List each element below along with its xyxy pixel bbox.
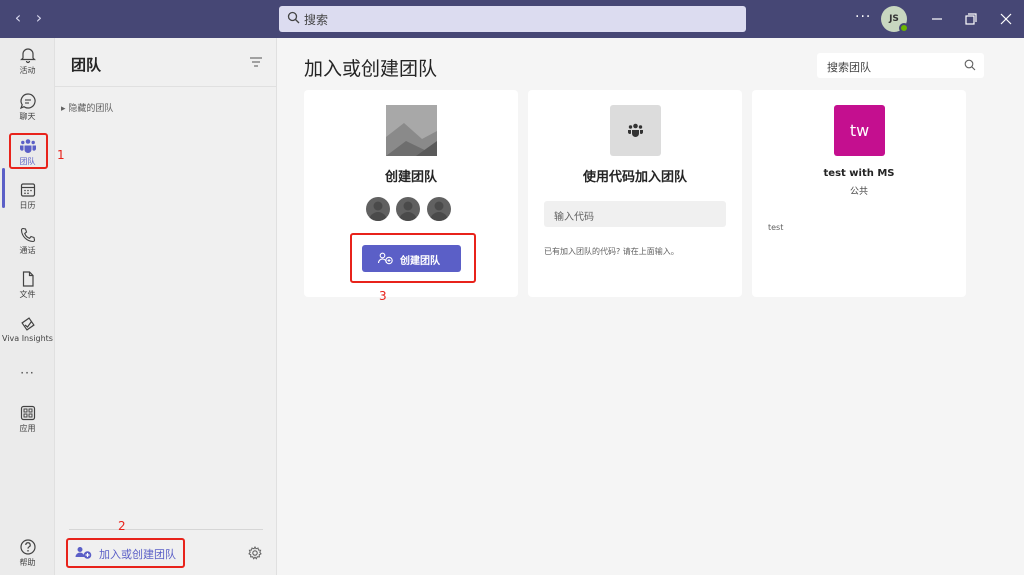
insights-icon <box>20 317 35 331</box>
pane-bottom-divider <box>69 529 263 530</box>
annotation-number-1: 1 <box>57 148 65 162</box>
more-icon: ··· <box>20 366 35 380</box>
rail-item-label: 活动 <box>19 66 36 75</box>
team-avatar: tw <box>834 105 885 156</box>
pane-title: 团队 <box>71 56 102 74</box>
global-search-input[interactable]: 搜索 <box>279 6 746 32</box>
avatar <box>396 197 420 221</box>
rail-item-label: 帮助 <box>19 558 36 567</box>
team-description: test <box>768 223 784 232</box>
join-with-code-card: 使用代码加入团队 输入代码 已有加入团队的代码? 请在上面输入。 <box>528 90 742 297</box>
rail-item-calls[interactable]: 通话 <box>0 226 55 266</box>
presence-status-icon <box>899 23 909 33</box>
more-options-icon[interactable]: ··· <box>855 9 871 25</box>
rail-item-label: 应用 <box>19 424 36 433</box>
forward-arrow-icon[interactable]: › <box>30 9 48 27</box>
rail-item-label: 文件 <box>19 290 36 299</box>
create-team-title: 创建团队 <box>384 170 437 185</box>
rail-item-calendar[interactable]: 日历 <box>0 181 55 221</box>
filter-icon[interactable] <box>249 56 263 68</box>
rail-item-help[interactable]: 帮助 <box>0 538 55 575</box>
team-visibility: 公共 <box>849 187 868 197</box>
app-rail: 活动 聊天 团队 日历 通话 文件 Viva Insights ··· 应用 帮… <box>0 38 55 575</box>
search-icon <box>964 59 976 71</box>
close-icon[interactable] <box>996 9 1016 29</box>
annotation-box-2 <box>66 538 185 568</box>
rail-item-label: Viva Insights <box>2 334 53 343</box>
help-icon <box>19 539 36 555</box>
annotation-number-2: 2 <box>118 519 126 533</box>
member-avatars <box>366 197 456 221</box>
avatar <box>366 197 390 221</box>
rail-item-more[interactable]: ··· <box>0 365 55 405</box>
search-teams-placeholder: 搜索团队 <box>827 61 871 74</box>
back-arrow-icon[interactable]: ‹ <box>9 9 27 27</box>
avatar <box>427 197 451 221</box>
team-code-placeholder: 输入代码 <box>554 212 594 223</box>
rail-item-files[interactable]: 文件 <box>0 270 55 310</box>
global-search-placeholder: 搜索 <box>304 13 329 27</box>
page-title: 加入或创建团队 <box>304 58 438 80</box>
team-card[interactable]: tw test with MS 公共 test <box>752 90 966 297</box>
main-content: 加入或创建团队 搜索团队 创建团队 创建团队 使用代码加入团队 输入代码 已有加… <box>278 38 1024 575</box>
apps-icon <box>20 405 35 421</box>
rail-item-viva-insights[interactable]: Viva Insights <box>0 315 55 355</box>
title-bar: ‹ › 搜索 ··· JS <box>0 0 1024 38</box>
rail-item-label: 日历 <box>19 201 36 210</box>
create-team-image <box>386 105 437 156</box>
join-team-icon-tile <box>610 105 661 156</box>
file-icon <box>22 271 34 287</box>
annotation-box-3 <box>350 233 476 283</box>
pane-divider <box>55 86 277 87</box>
search-icon <box>287 11 300 24</box>
join-team-title: 使用代码加入团队 <box>582 170 687 185</box>
team-name: test with MS <box>823 168 895 179</box>
phone-icon <box>20 227 35 243</box>
gear-icon[interactable] <box>248 546 262 560</box>
join-code-hint: 已有加入团队的代码? 请在上面输入。 <box>544 247 679 256</box>
rail-item-apps[interactable]: 应用 <box>0 404 55 444</box>
annotation-number-3: 3 <box>379 289 387 303</box>
search-teams-input[interactable]: 搜索团队 <box>817 53 984 78</box>
image-placeholder-icon <box>386 105 437 156</box>
hidden-teams-toggle[interactable]: ▸ 隐藏的团队 <box>61 101 113 114</box>
teams-pane: 团队 ▸ 隐藏的团队 加入或创建团队 <box>55 38 277 575</box>
restore-icon[interactable] <box>961 9 981 29</box>
minimize-icon[interactable] <box>927 9 947 29</box>
annotation-box-1 <box>9 133 48 169</box>
rail-item-activity[interactable]: 活动 <box>0 46 55 86</box>
rail-item-chat[interactable]: 聊天 <box>0 92 55 132</box>
chat-icon <box>19 93 36 110</box>
bell-icon <box>19 48 36 64</box>
rail-item-label: 通话 <box>19 246 36 255</box>
calendar-icon <box>20 183 35 197</box>
teams-icon <box>628 123 643 137</box>
rail-item-label: 聊天 <box>19 112 36 121</box>
team-code-input[interactable]: 输入代码 <box>544 201 726 227</box>
